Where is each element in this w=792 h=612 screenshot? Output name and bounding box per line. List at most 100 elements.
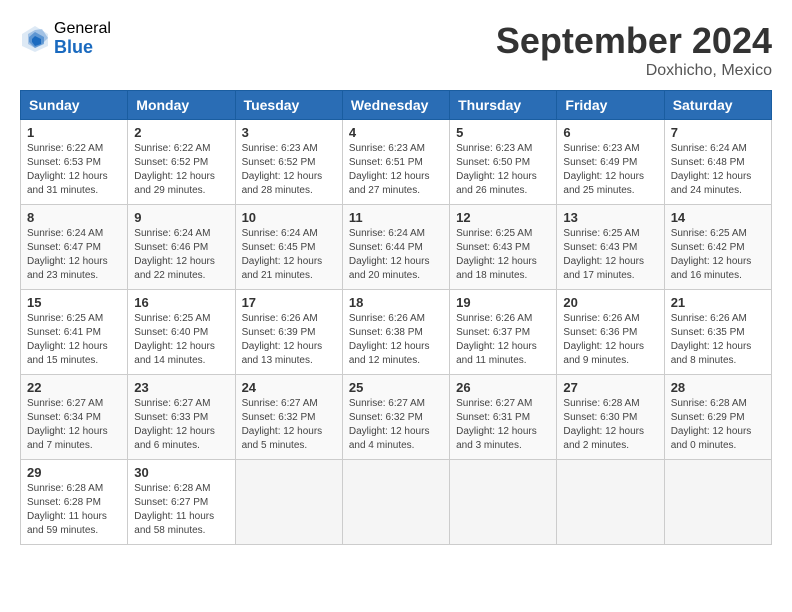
- header-friday: Friday: [557, 91, 664, 120]
- day-info: Sunrise: 6:24 AM Sunset: 6:45 PM Dayligh…: [242, 227, 336, 283]
- day-number: 28: [671, 380, 765, 395]
- table-row: 27 Sunrise: 6:28 AM Sunset: 6:30 PM Dayl…: [557, 375, 664, 460]
- title-area: September 2024 Doxhicho, Mexico: [496, 20, 772, 80]
- table-row: 4 Sunrise: 6:23 AM Sunset: 6:51 PM Dayli…: [342, 120, 449, 205]
- day-number: 10: [242, 210, 336, 225]
- table-row: 29 Sunrise: 6:28 AM Sunset: 6:28 PM Dayl…: [21, 460, 128, 545]
- day-info: Sunrise: 6:28 AM Sunset: 6:29 PM Dayligh…: [671, 397, 765, 453]
- table-row: 8 Sunrise: 6:24 AM Sunset: 6:47 PM Dayli…: [21, 205, 128, 290]
- day-number: 8: [27, 210, 121, 225]
- day-info: Sunrise: 6:26 AM Sunset: 6:38 PM Dayligh…: [349, 312, 443, 368]
- header: General Blue September 2024 Doxhicho, Me…: [20, 20, 772, 80]
- calendar-week-row: 15 Sunrise: 6:25 AM Sunset: 6:41 PM Dayl…: [21, 290, 772, 375]
- header-wednesday: Wednesday: [342, 91, 449, 120]
- table-row: 3 Sunrise: 6:23 AM Sunset: 6:52 PM Dayli…: [235, 120, 342, 205]
- day-info: Sunrise: 6:23 AM Sunset: 6:50 PM Dayligh…: [456, 142, 550, 198]
- day-info: Sunrise: 6:25 AM Sunset: 6:42 PM Dayligh…: [671, 227, 765, 283]
- table-row: 1 Sunrise: 6:22 AM Sunset: 6:53 PM Dayli…: [21, 120, 128, 205]
- day-number: 25: [349, 380, 443, 395]
- day-info: Sunrise: 6:26 AM Sunset: 6:37 PM Dayligh…: [456, 312, 550, 368]
- table-row: 21 Sunrise: 6:26 AM Sunset: 6:35 PM Dayl…: [664, 290, 771, 375]
- day-info: Sunrise: 6:27 AM Sunset: 6:32 PM Dayligh…: [242, 397, 336, 453]
- table-row: 14 Sunrise: 6:25 AM Sunset: 6:42 PM Dayl…: [664, 205, 771, 290]
- day-number: 27: [563, 380, 657, 395]
- table-row: 11 Sunrise: 6:24 AM Sunset: 6:44 PM Dayl…: [342, 205, 449, 290]
- header-thursday: Thursday: [450, 91, 557, 120]
- month-title: September 2024: [496, 20, 772, 62]
- day-info: Sunrise: 6:28 AM Sunset: 6:30 PM Dayligh…: [563, 397, 657, 453]
- calendar-table: Sunday Monday Tuesday Wednesday Thursday…: [20, 90, 772, 545]
- table-row: [235, 460, 342, 545]
- table-row: 22 Sunrise: 6:27 AM Sunset: 6:34 PM Dayl…: [21, 375, 128, 460]
- day-info: Sunrise: 6:27 AM Sunset: 6:34 PM Dayligh…: [27, 397, 121, 453]
- table-row: 25 Sunrise: 6:27 AM Sunset: 6:32 PM Dayl…: [342, 375, 449, 460]
- day-number: 20: [563, 295, 657, 310]
- day-info: Sunrise: 6:27 AM Sunset: 6:33 PM Dayligh…: [134, 397, 228, 453]
- table-row: [664, 460, 771, 545]
- calendar-week-row: 22 Sunrise: 6:27 AM Sunset: 6:34 PM Dayl…: [21, 375, 772, 460]
- calendar-week-row: 8 Sunrise: 6:24 AM Sunset: 6:47 PM Dayli…: [21, 205, 772, 290]
- day-number: 26: [456, 380, 550, 395]
- table-row: 28 Sunrise: 6:28 AM Sunset: 6:29 PM Dayl…: [664, 375, 771, 460]
- table-row: 6 Sunrise: 6:23 AM Sunset: 6:49 PM Dayli…: [557, 120, 664, 205]
- day-info: Sunrise: 6:23 AM Sunset: 6:52 PM Dayligh…: [242, 142, 336, 198]
- day-number: 1: [27, 125, 121, 140]
- table-row: 10 Sunrise: 6:24 AM Sunset: 6:45 PM Dayl…: [235, 205, 342, 290]
- day-info: Sunrise: 6:24 AM Sunset: 6:46 PM Dayligh…: [134, 227, 228, 283]
- day-info: Sunrise: 6:24 AM Sunset: 6:47 PM Dayligh…: [27, 227, 121, 283]
- day-number: 12: [456, 210, 550, 225]
- header-saturday: Saturday: [664, 91, 771, 120]
- table-row: 24 Sunrise: 6:27 AM Sunset: 6:32 PM Dayl…: [235, 375, 342, 460]
- day-info: Sunrise: 6:23 AM Sunset: 6:49 PM Dayligh…: [563, 142, 657, 198]
- day-number: 4: [349, 125, 443, 140]
- day-info: Sunrise: 6:25 AM Sunset: 6:43 PM Dayligh…: [563, 227, 657, 283]
- table-row: 20 Sunrise: 6:26 AM Sunset: 6:36 PM Dayl…: [557, 290, 664, 375]
- calendar-week-row: 29 Sunrise: 6:28 AM Sunset: 6:28 PM Dayl…: [21, 460, 772, 545]
- day-info: Sunrise: 6:24 AM Sunset: 6:48 PM Dayligh…: [671, 142, 765, 198]
- day-number: 3: [242, 125, 336, 140]
- table-row: 18 Sunrise: 6:26 AM Sunset: 6:38 PM Dayl…: [342, 290, 449, 375]
- table-row: 15 Sunrise: 6:25 AM Sunset: 6:41 PM Dayl…: [21, 290, 128, 375]
- day-number: 24: [242, 380, 336, 395]
- day-info: Sunrise: 6:22 AM Sunset: 6:52 PM Dayligh…: [134, 142, 228, 198]
- day-number: 23: [134, 380, 228, 395]
- table-row: [450, 460, 557, 545]
- table-row: [342, 460, 449, 545]
- table-row: 7 Sunrise: 6:24 AM Sunset: 6:48 PM Dayli…: [664, 120, 771, 205]
- table-row: 19 Sunrise: 6:26 AM Sunset: 6:37 PM Dayl…: [450, 290, 557, 375]
- table-row: 13 Sunrise: 6:25 AM Sunset: 6:43 PM Dayl…: [557, 205, 664, 290]
- day-number: 7: [671, 125, 765, 140]
- table-row: 2 Sunrise: 6:22 AM Sunset: 6:52 PM Dayli…: [128, 120, 235, 205]
- table-row: 23 Sunrise: 6:27 AM Sunset: 6:33 PM Dayl…: [128, 375, 235, 460]
- day-number: 17: [242, 295, 336, 310]
- day-number: 15: [27, 295, 121, 310]
- header-monday: Monday: [128, 91, 235, 120]
- table-row: 5 Sunrise: 6:23 AM Sunset: 6:50 PM Dayli…: [450, 120, 557, 205]
- day-number: 14: [671, 210, 765, 225]
- day-info: Sunrise: 6:26 AM Sunset: 6:36 PM Dayligh…: [563, 312, 657, 368]
- day-info: Sunrise: 6:28 AM Sunset: 6:27 PM Dayligh…: [134, 482, 228, 538]
- day-number: 18: [349, 295, 443, 310]
- location: Doxhicho, Mexico: [496, 62, 772, 80]
- day-info: Sunrise: 6:28 AM Sunset: 6:28 PM Dayligh…: [27, 482, 121, 538]
- weekday-header-row: Sunday Monday Tuesday Wednesday Thursday…: [21, 91, 772, 120]
- day-number: 13: [563, 210, 657, 225]
- day-info: Sunrise: 6:25 AM Sunset: 6:40 PM Dayligh…: [134, 312, 228, 368]
- day-number: 21: [671, 295, 765, 310]
- day-number: 11: [349, 210, 443, 225]
- table-row: 26 Sunrise: 6:27 AM Sunset: 6:31 PM Dayl…: [450, 375, 557, 460]
- logo-blue: Blue: [54, 38, 111, 58]
- day-info: Sunrise: 6:26 AM Sunset: 6:35 PM Dayligh…: [671, 312, 765, 368]
- day-number: 16: [134, 295, 228, 310]
- header-sunday: Sunday: [21, 91, 128, 120]
- day-info: Sunrise: 6:25 AM Sunset: 6:41 PM Dayligh…: [27, 312, 121, 368]
- header-tuesday: Tuesday: [235, 91, 342, 120]
- table-row: 9 Sunrise: 6:24 AM Sunset: 6:46 PM Dayli…: [128, 205, 235, 290]
- table-row: 17 Sunrise: 6:26 AM Sunset: 6:39 PM Dayl…: [235, 290, 342, 375]
- logo-icon: [20, 24, 50, 54]
- day-info: Sunrise: 6:26 AM Sunset: 6:39 PM Dayligh…: [242, 312, 336, 368]
- day-info: Sunrise: 6:27 AM Sunset: 6:32 PM Dayligh…: [349, 397, 443, 453]
- day-info: Sunrise: 6:27 AM Sunset: 6:31 PM Dayligh…: [456, 397, 550, 453]
- logo-text: General Blue: [54, 20, 111, 57]
- day-info: Sunrise: 6:23 AM Sunset: 6:51 PM Dayligh…: [349, 142, 443, 198]
